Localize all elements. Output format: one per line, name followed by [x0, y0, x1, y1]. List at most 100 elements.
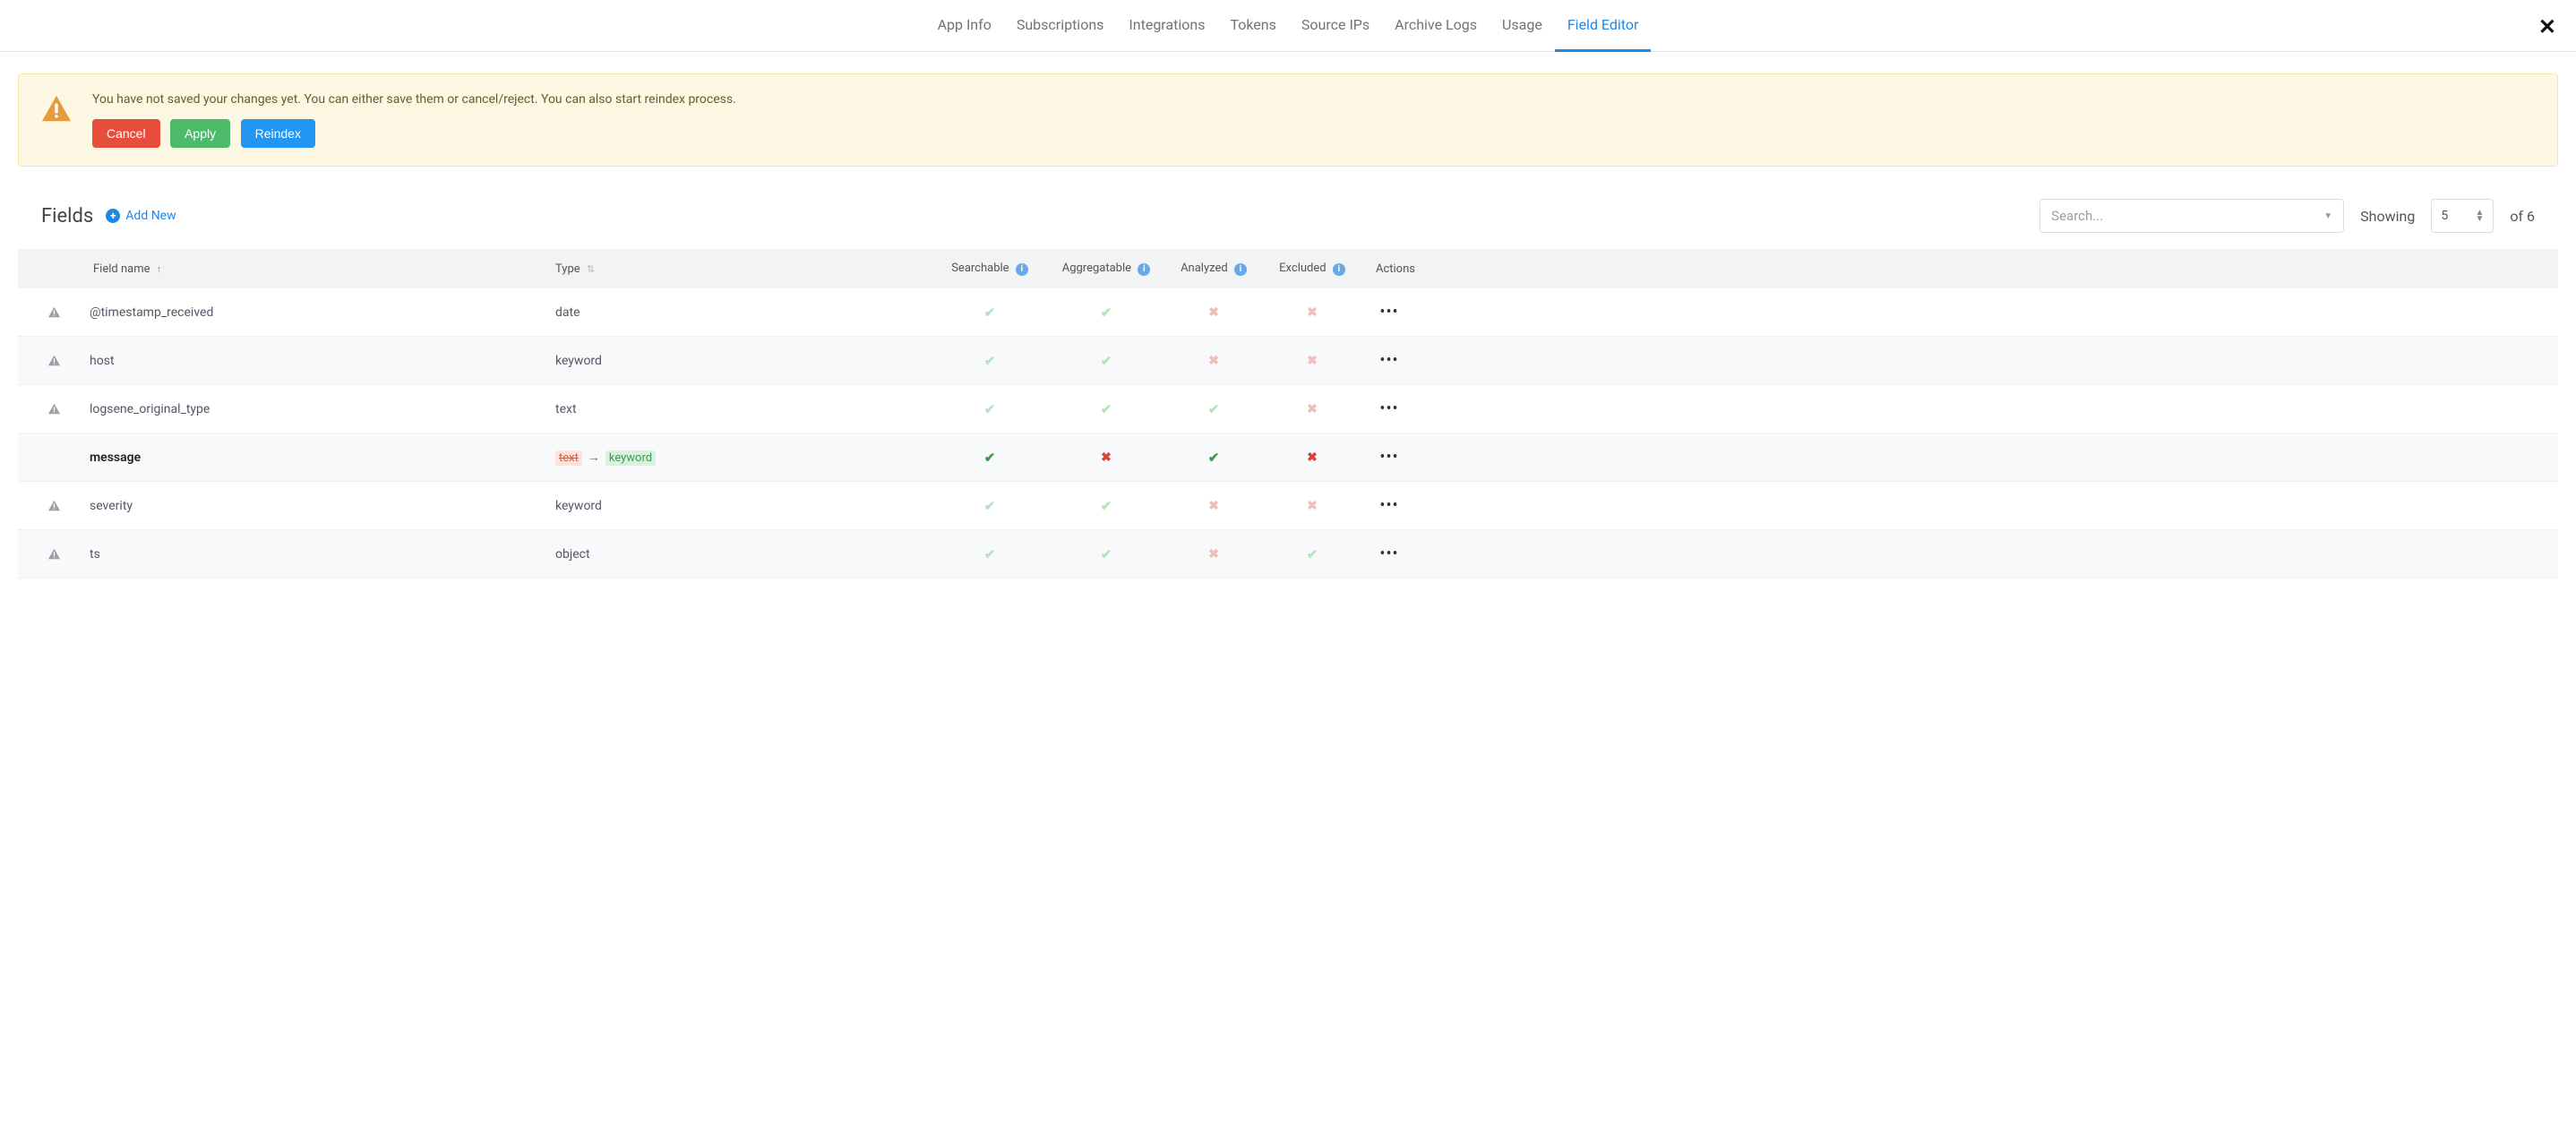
- alert-text: You have not saved your changes yet. You…: [92, 92, 2536, 107]
- col-aggregatable[interactable]: Aggregatable i: [1048, 262, 1164, 276]
- sort-icon: ⇅: [587, 263, 595, 275]
- cell-searchable: ✔: [932, 353, 1048, 369]
- row-actions-button[interactable]: •••: [1361, 545, 1424, 563]
- warning-icon: [40, 94, 73, 123]
- warning-icon: [47, 548, 61, 560]
- row-actions-button[interactable]: •••: [1361, 496, 1424, 515]
- fields-table: Field name ↑ Type ⇅ Searchable i Aggrega…: [18, 249, 2558, 579]
- cell-aggregatable: ✔: [1048, 305, 1164, 321]
- col-excluded[interactable]: Excluded i: [1263, 262, 1361, 276]
- cell-excluded: ✖: [1263, 450, 1361, 465]
- table-row: severitykeyword✔✔✖✖•••: [18, 482, 2558, 530]
- cell-aggregatable: ✔: [1048, 401, 1164, 417]
- info-icon[interactable]: i: [1016, 263, 1028, 276]
- warning-icon: [47, 306, 61, 318]
- row-actions-button[interactable]: •••: [1361, 399, 1424, 418]
- cell-excluded: ✖: [1263, 354, 1361, 368]
- table-row: tsobject✔✔✖✔•••: [18, 530, 2558, 579]
- field-type: keyword: [555, 354, 932, 368]
- search-input[interactable]: Search... ▼: [2039, 199, 2344, 233]
- tab-archive-logs[interactable]: Archive Logs: [1382, 0, 1490, 52]
- cell-analyzed: ✔: [1164, 401, 1263, 417]
- fields-title: Fields: [41, 205, 93, 227]
- cell-searchable: ✔: [932, 450, 1048, 466]
- field-name: severity: [90, 499, 555, 513]
- of-label: of 6: [2510, 208, 2535, 225]
- unsaved-changes-alert: You have not saved your changes yet. You…: [18, 73, 2558, 167]
- table-row: @timestamp_receiveddate✔✔✖✖•••: [18, 288, 2558, 337]
- fields-header-right: Search... ▼ Showing 5 ▲▼ of 6: [2039, 199, 2535, 233]
- cell-aggregatable: ✔: [1048, 546, 1164, 562]
- row-actions-button[interactable]: •••: [1361, 448, 1424, 467]
- col-actions: Actions: [1361, 262, 1424, 276]
- cell-searchable: ✔: [932, 305, 1048, 321]
- apply-button[interactable]: Apply: [170, 119, 230, 148]
- field-type: text→keyword: [555, 450, 932, 465]
- fields-header: Fields + Add New Search... ▼ Showing 5 ▲…: [18, 199, 2558, 233]
- cell-excluded: ✔: [1263, 546, 1361, 562]
- col-analyzed[interactable]: Analyzed i: [1164, 262, 1263, 276]
- cell-excluded: ✖: [1263, 305, 1361, 320]
- col-field-name[interactable]: Field name ↑: [90, 262, 555, 276]
- info-icon[interactable]: i: [1138, 263, 1150, 276]
- field-type: date: [555, 305, 932, 320]
- warning-icon: [47, 500, 61, 511]
- cell-searchable: ✔: [932, 546, 1048, 562]
- add-new-button[interactable]: + Add New: [106, 209, 176, 223]
- tab-usage[interactable]: Usage: [1490, 0, 1555, 52]
- table-body: @timestamp_receiveddate✔✔✖✖•••hostkeywor…: [18, 288, 2558, 579]
- field-name: ts: [90, 547, 555, 562]
- field-type: object: [555, 547, 932, 562]
- cell-analyzed: ✔: [1164, 450, 1263, 466]
- sort-asc-icon: ↑: [157, 263, 162, 275]
- search-placeholder: Search...: [2051, 208, 2103, 224]
- alert-body: You have not saved your changes yet. You…: [92, 92, 2536, 148]
- close-icon[interactable]: ✕: [2538, 14, 2556, 39]
- page-size-select[interactable]: 5 ▲▼: [2431, 199, 2494, 233]
- cell-aggregatable: ✔: [1048, 353, 1164, 369]
- row-actions-button[interactable]: •••: [1361, 351, 1424, 370]
- tab-source-ips[interactable]: Source IPs: [1289, 0, 1382, 52]
- tab-bar: App InfoSubscriptionsIntegrationsTokensS…: [0, 0, 2576, 52]
- cell-analyzed: ✖: [1164, 305, 1263, 320]
- tab-app-info[interactable]: App Info: [925, 0, 1004, 52]
- table-row: messagetext→keyword✔✖✔✖•••: [18, 433, 2558, 482]
- content: You have not saved your changes yet. You…: [0, 73, 2576, 579]
- add-new-label: Add New: [125, 209, 176, 223]
- tab-integrations[interactable]: Integrations: [1116, 0, 1217, 52]
- cancel-button[interactable]: Cancel: [92, 119, 160, 148]
- cell-aggregatable: ✔: [1048, 498, 1164, 514]
- cell-searchable: ✔: [932, 498, 1048, 514]
- field-type: text: [555, 402, 932, 416]
- field-name: logsene_original_type: [90, 402, 555, 416]
- col-searchable[interactable]: Searchable i: [932, 262, 1048, 276]
- info-icon[interactable]: i: [1333, 263, 1345, 276]
- cell-aggregatable: ✖: [1048, 450, 1164, 465]
- col-type[interactable]: Type ⇅: [555, 262, 932, 276]
- table-row: hostkeyword✔✔✖✖•••: [18, 337, 2558, 385]
- page-size-value: 5: [2441, 209, 2448, 223]
- field-name: host: [90, 354, 555, 368]
- tab-subscriptions[interactable]: Subscriptions: [1004, 0, 1117, 52]
- plus-icon: +: [106, 209, 120, 223]
- cell-analyzed: ✖: [1164, 354, 1263, 368]
- fields-header-left: Fields + Add New: [41, 205, 176, 227]
- cell-analyzed: ✖: [1164, 499, 1263, 513]
- warning-icon: [47, 355, 61, 366]
- reindex-button[interactable]: Reindex: [241, 119, 315, 148]
- tab-field-editor[interactable]: Field Editor: [1555, 0, 1652, 52]
- cell-excluded: ✖: [1263, 402, 1361, 416]
- cell-searchable: ✔: [932, 401, 1048, 417]
- table-header: Field name ↑ Type ⇅ Searchable i Aggrega…: [18, 249, 2558, 288]
- row-actions-button[interactable]: •••: [1361, 303, 1424, 322]
- warning-icon: [47, 403, 61, 415]
- field-type: keyword: [555, 499, 932, 513]
- showing-label: Showing: [2360, 208, 2415, 225]
- info-icon[interactable]: i: [1234, 263, 1247, 276]
- stepper-icon: ▲▼: [2475, 210, 2484, 222]
- table-row: logsene_original_typetext✔✔✔✖•••: [18, 385, 2558, 433]
- cell-excluded: ✖: [1263, 499, 1361, 513]
- tab-tokens[interactable]: Tokens: [1217, 0, 1288, 52]
- field-name: message: [90, 450, 555, 465]
- field-name: @timestamp_received: [90, 305, 555, 320]
